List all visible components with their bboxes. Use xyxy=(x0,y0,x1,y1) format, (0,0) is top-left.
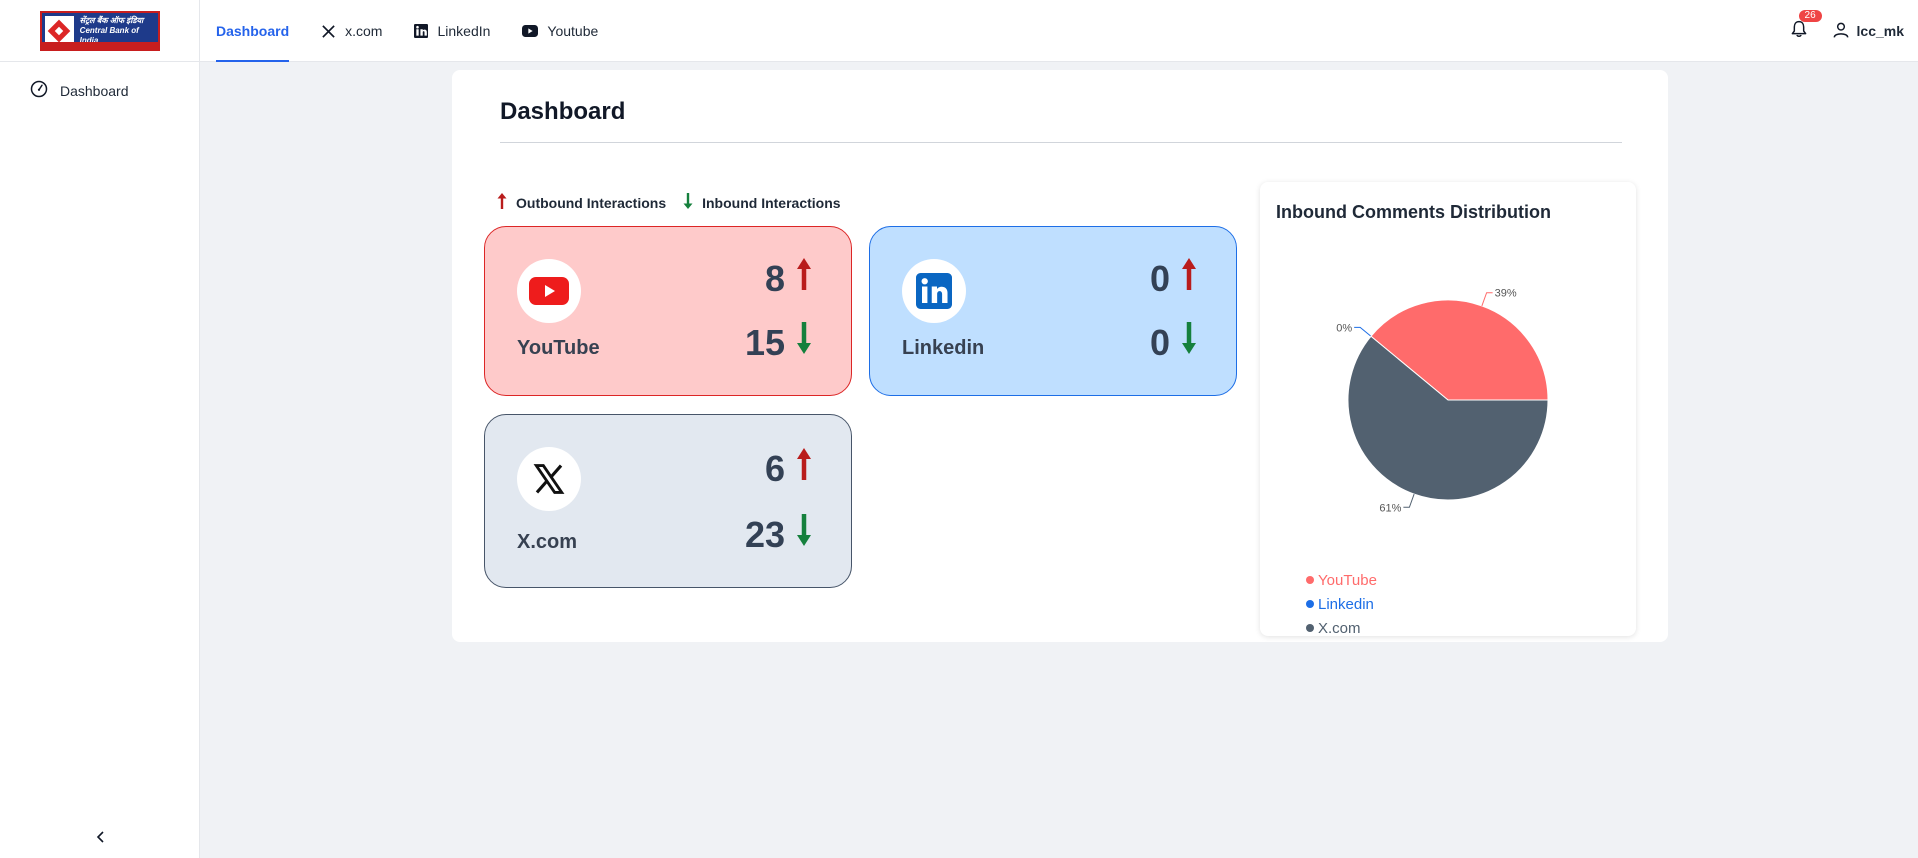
top-nav: Dashboard x.com LinkedIn Youtube xyxy=(216,0,630,62)
top-bar: सेंट्रल बैंक ऑफ इंडिया Central Bank of In… xyxy=(0,0,1918,62)
gauge-icon xyxy=(30,80,60,101)
linkedin-icon xyxy=(414,24,429,38)
username: lcc_mk xyxy=(1856,23,1904,39)
notifications-button[interactable]: 26 xyxy=(1791,9,1822,43)
chart-title: Inbound Comments Distribution xyxy=(1276,202,1551,222)
arrow-down-icon xyxy=(785,513,813,556)
inbound-distribution-card: Inbound Comments Distribution 39% 0% 61% Y… xyxy=(1260,182,1636,637)
legend-item-youtube[interactable]: YouTube xyxy=(1306,568,1377,592)
inbound-value: 0 xyxy=(1149,321,1170,363)
pie-label-line-linkedin xyxy=(1354,326,1372,337)
youtube-icon xyxy=(522,25,539,37)
nav-tab-label: Dashboard xyxy=(216,23,290,39)
user-menu[interactable]: lcc_mk xyxy=(1833,22,1904,41)
legend-label: Linkedin xyxy=(1318,595,1374,613)
outbound-value: 8 xyxy=(764,257,785,299)
outbound-value: 6 xyxy=(764,447,785,489)
pie-label-youtube: 39% xyxy=(1495,288,1517,300)
nav-tab-x[interactable]: x.com xyxy=(321,0,382,62)
header-actions: 26 lcc_mk xyxy=(1791,0,1904,62)
page-title: Dashboard xyxy=(500,98,626,125)
nav-tab-linkedin[interactable]: LinkedIn xyxy=(414,0,490,62)
pie-chart: 39% 0% 61% xyxy=(1336,288,1549,514)
chevron-left-icon xyxy=(96,830,106,848)
pie-label-linkedin: 0% xyxy=(1336,322,1352,334)
sidebar-collapse-button[interactable] xyxy=(92,830,110,848)
sidebar: Dashboard xyxy=(0,62,200,858)
sidebar-item-label: Dashboard xyxy=(60,82,129,99)
x-logo-icon xyxy=(321,24,336,39)
arrow-up-icon xyxy=(785,257,813,300)
bell-icon xyxy=(1791,20,1807,43)
arrow-up-icon xyxy=(496,192,516,213)
bank-logo[interactable]: सेंट्रल बैंक ऑफ इंडिया Central Bank of In… xyxy=(39,11,160,51)
outbound-count: 8 xyxy=(765,257,813,300)
card-platform-name: Linkedin xyxy=(902,337,985,359)
arrow-down-icon xyxy=(785,321,813,364)
x-stats-card[interactable]: X.com 6 23 xyxy=(484,414,852,588)
title-divider xyxy=(500,142,1622,143)
legend-item-x[interactable]: X.com xyxy=(1306,616,1377,640)
chart-legend: YouTube Linkedin X.com xyxy=(1306,568,1377,640)
dashboard-panel: Dashboard Outbound Interactions Inbound … xyxy=(452,70,1668,642)
nav-tab-dashboard[interactable]: Dashboard xyxy=(216,0,290,62)
interaction-legend: Outbound Interactions Inbound Interactio… xyxy=(496,192,857,213)
arrow-up-icon xyxy=(785,447,813,490)
inbound-count: 0 xyxy=(1150,321,1198,364)
sidebar-item-dashboard[interactable]: Dashboard xyxy=(30,80,129,101)
inbound-value: 15 xyxy=(744,321,785,363)
outbound-value: 0 xyxy=(1149,257,1170,299)
legend-dot xyxy=(1306,600,1314,608)
youtube-icon xyxy=(517,259,581,323)
card-platform-name: X.com xyxy=(517,531,578,553)
inbound-count: 23 xyxy=(745,513,813,556)
inbound-count: 15 xyxy=(745,321,813,364)
linkedin-stats-card[interactable]: Linkedin 0 0 xyxy=(869,226,1237,396)
inbound-value: 23 xyxy=(744,513,785,555)
card-platform-name: YouTube xyxy=(517,337,600,359)
nav-tab-label: x.com xyxy=(345,23,383,39)
nav-tab-label: LinkedIn xyxy=(437,23,491,39)
outbound-count: 6 xyxy=(765,447,813,490)
notification-count-badge: 26 xyxy=(1798,9,1822,22)
legend-item-linkedin[interactable]: Linkedin xyxy=(1306,592,1377,616)
legend-inbound: Inbound Interactions xyxy=(682,192,841,213)
nav-tab-youtube[interactable]: Youtube xyxy=(522,0,598,62)
legend-dot xyxy=(1306,624,1314,632)
nav-tab-label: Youtube xyxy=(547,23,599,39)
pie-label-line-x-com xyxy=(1403,493,1415,508)
outbound-count: 0 xyxy=(1150,257,1198,300)
legend-outbound: Outbound Interactions xyxy=(496,192,666,213)
legend-label: X.com xyxy=(1318,619,1361,637)
arrow-down-icon xyxy=(682,192,702,213)
arrow-up-icon xyxy=(1170,257,1198,300)
youtube-stats-card[interactable]: YouTube 8 15 xyxy=(484,226,852,396)
linkedin-icon xyxy=(902,259,966,323)
logo-container: सेंट्रल बैंक ऑफ इंडिया Central Bank of In… xyxy=(0,0,200,62)
pie-label-line-youtube xyxy=(1481,292,1493,307)
x-logo-icon xyxy=(517,447,581,511)
legend-dot xyxy=(1306,576,1314,584)
arrow-down-icon xyxy=(1170,321,1198,364)
legend-label: YouTube xyxy=(1318,571,1377,589)
legend-outbound-label: Outbound Interactions xyxy=(516,194,667,211)
pie-label-x-com: 61% xyxy=(1379,502,1401,514)
legend-inbound-label: Inbound Interactions xyxy=(702,194,841,211)
user-icon xyxy=(1833,22,1857,41)
